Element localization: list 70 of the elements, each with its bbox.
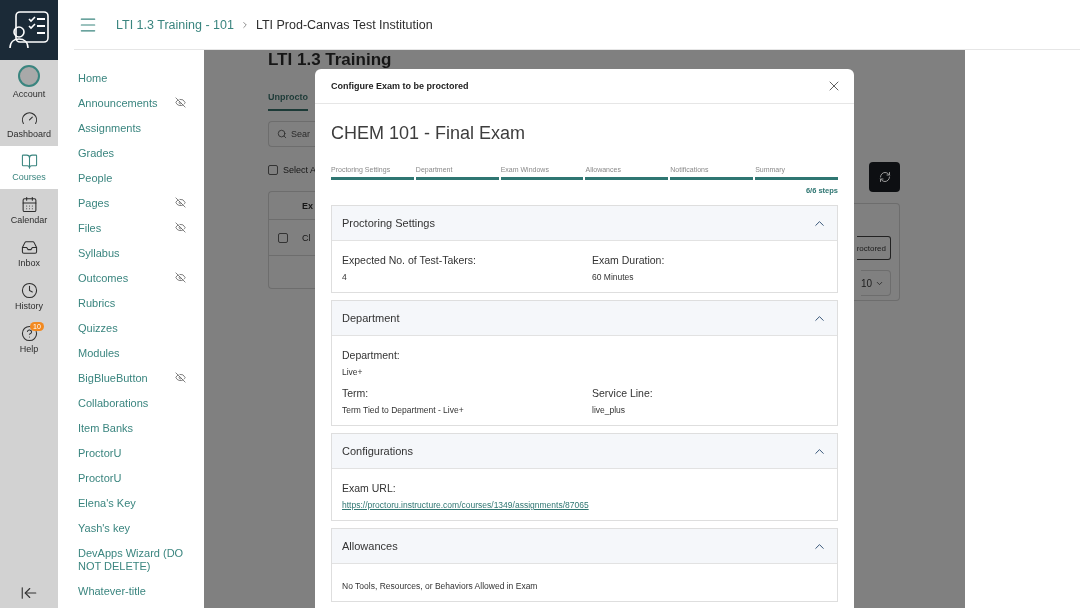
allowance-text: No Tools, Resources, or Behaviors Allowed in Exam: [342, 580, 539, 591]
tab[interactable]: Unprocto: [268, 92, 308, 111]
checkbox[interactable]: [278, 232, 288, 243]
course-nav-link[interactable]: ProctorU: [78, 447, 122, 460]
course-nav-link[interactable]: Outcomes: [78, 272, 129, 285]
section-title: Proctoring Settings: [342, 217, 435, 229]
course-nav-link[interactable]: ProctorU: [78, 472, 122, 485]
search-icon: [277, 129, 287, 139]
field-label: Exam URL:: [342, 482, 397, 494]
page-title: LTI 1.3 Training: [268, 50, 392, 69]
global-nav-item[interactable]: Calendar: [0, 189, 58, 232]
section-title: Configurations: [342, 445, 413, 457]
course-nav-link[interactable]: Collaborations: [78, 397, 149, 410]
global-nav-item[interactable]: History: [0, 275, 58, 318]
course-nav-link[interactable]: Announcements: [78, 97, 158, 110]
field-label: Exam Duration:: [592, 254, 666, 266]
breadcrumb-link[interactable]: LTI 1.3 Training - 101: [116, 17, 234, 32]
field-value: 4: [342, 272, 348, 282]
section-title: Department: [342, 312, 400, 324]
table-cell: Cl: [302, 232, 311, 243]
global-nav-item[interactable]: Courses: [0, 146, 58, 189]
calendar-icon: [20, 196, 38, 213]
section-title: Allowances: [342, 540, 398, 552]
course-nav-link[interactable]: Grades: [78, 147, 115, 160]
course-nav-link[interactable]: Syllabus: [78, 247, 120, 260]
course-nav-link[interactable]: Item Banks: [78, 422, 134, 435]
refresh-button[interactable]: [869, 162, 900, 192]
course-nav-link[interactable]: Modules: [78, 347, 120, 360]
course-nav-link[interactable]: Home: [78, 72, 108, 85]
exam-title: CHEM 101 - Final Exam: [331, 123, 527, 144]
course-nav-link[interactable]: BigBlueButton: [78, 372, 148, 385]
inbox-icon: [20, 239, 38, 256]
section-header[interactable]: Configurations: [332, 434, 837, 469]
global-nav-item[interactable]: Account: [0, 60, 58, 103]
field-label: Expected No. of Test-Takers:: [342, 254, 478, 266]
course-nav-link[interactable]: Rubrics: [78, 297, 116, 310]
global-nav-item[interactable]: Dashboard: [0, 103, 58, 146]
course-nav-link[interactable]: Yash's key: [78, 522, 131, 535]
field-label: Term:: [342, 387, 370, 399]
field-value: 60 Minutes: [592, 272, 635, 282]
field-label: Service Line:: [592, 387, 654, 399]
field-value: Term Tied to Department - Live+: [342, 405, 465, 415]
course-nav-link[interactable]: Whatever-title: [78, 585, 146, 598]
course-nav-link[interactable]: Pages: [78, 197, 110, 210]
field-value: Live+: [342, 367, 364, 377]
checkbox[interactable]: [268, 165, 278, 175]
proctored-button[interactable]: roctored: [856, 236, 891, 260]
clock-icon: [20, 282, 38, 299]
field-value: live_plus: [592, 405, 627, 415]
column-header: Ex: [302, 200, 313, 211]
course-nav-link[interactable]: Elena's Key: [78, 497, 136, 510]
global-nav-item[interactable]: Inbox: [0, 232, 58, 275]
course-nav-link[interactable]: Files: [78, 222, 102, 235]
exam-url-link[interactable]: https://proctoru.instructure.com/courses/1349/assignments/87065: [342, 500, 592, 510]
page-size-select[interactable]: 10: [860, 270, 891, 296]
book-icon: [20, 153, 38, 170]
section-header[interactable]: Proctoring Settings: [332, 206, 837, 241]
course-nav-link[interactable]: Assignments: [78, 122, 141, 135]
gauge-icon: [20, 110, 38, 127]
avatar-icon: [18, 64, 40, 87]
section-header[interactable]: Department: [332, 301, 837, 336]
course-nav-link[interactable]: People: [78, 172, 113, 185]
field-label: Department:: [342, 349, 401, 361]
course-nav-link[interactable]: DevApps Wizard (DO NOT DELETE): [78, 547, 186, 573]
refresh-icon: [878, 171, 891, 183]
breadcrumb-link[interactable]: LTI Prod-Canvas Test Institution: [255, 17, 433, 32]
course-nav-link[interactable]: Quizzes: [78, 322, 118, 335]
dialog-title: Configure Exam to be proctored: [331, 81, 469, 91]
section-header[interactable]: Allowances: [332, 529, 837, 564]
collapse-icon[interactable]: [20, 584, 38, 602]
